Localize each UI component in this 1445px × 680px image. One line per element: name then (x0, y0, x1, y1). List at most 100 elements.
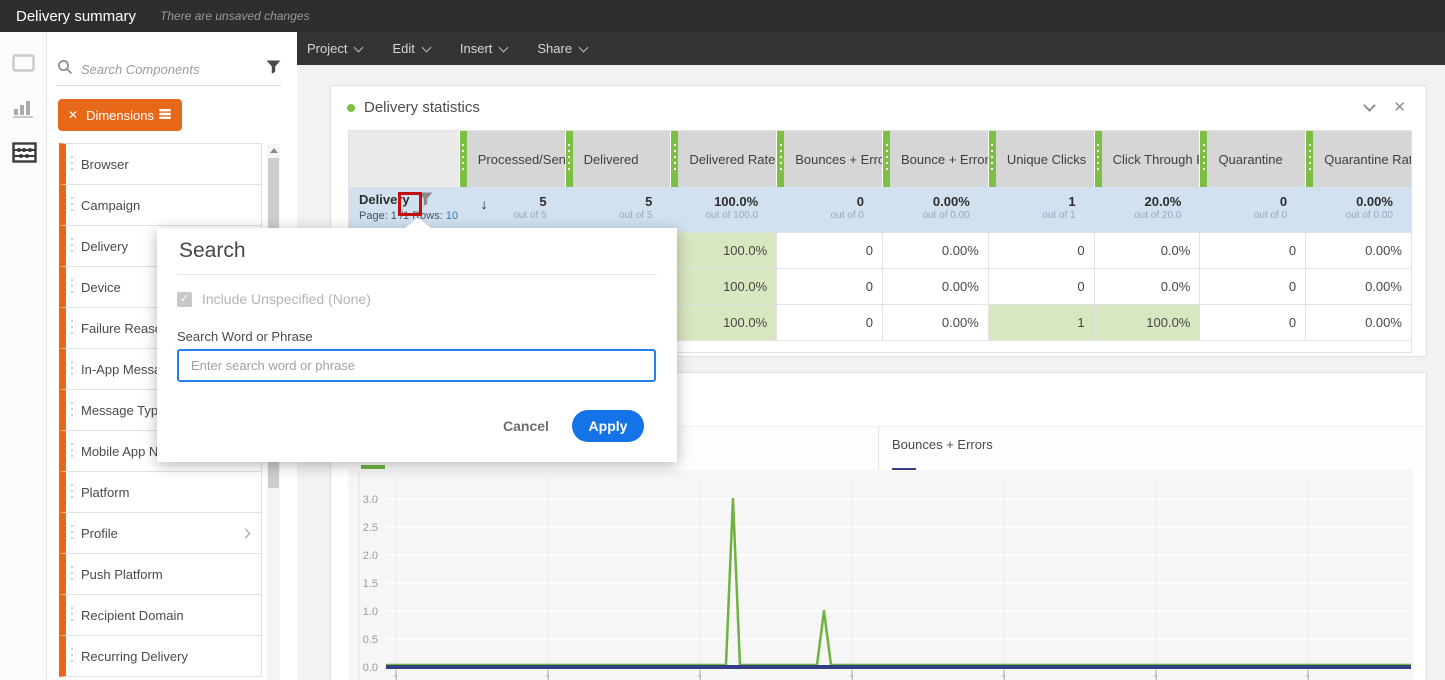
y-tick-label: 0.0 (363, 662, 378, 674)
column-header-unique-clicks[interactable]: Unique Clicks (987, 131, 1094, 187)
menu-bar: Project Edit Insert Share (297, 32, 1445, 65)
summary-value: 20.0% (1144, 194, 1182, 209)
menu-edit[interactable]: Edit (392, 41, 432, 56)
menu-insert[interactable]: Insert (460, 41, 509, 56)
y-tick-label: 1.5 (363, 578, 378, 590)
cell-unique-clicks: 1 (987, 305, 1094, 340)
components-icon[interactable] (12, 142, 37, 168)
sidebar-item-push-platform[interactable]: Push Platform (59, 553, 262, 595)
panels-icon[interactable] (12, 54, 35, 77)
column-header-label: Unique Clicks (1006, 151, 1087, 167)
dimensions-filter-chip[interactable]: ✕ Dimensions (58, 99, 182, 131)
row-header-cell: Delivery Page: 1 /1 Rows: 10 (349, 187, 459, 232)
summary-cell-unique-clicks: 1 out of 1 (988, 187, 1094, 232)
column-header-label: Quarantine Rate (1324, 151, 1412, 167)
legend-item-bounces-errors[interactable]: Bounces + Errors (878, 427, 1426, 472)
menu-project[interactable]: Project (307, 41, 364, 56)
summary-cell-click-through-rate: 20.0% out of 20.0 (1094, 187, 1200, 232)
top-bar: Delivery summary There are unsaved chang… (0, 0, 1445, 32)
remove-filter-icon[interactable]: ✕ (68, 108, 78, 122)
column-header-click-through-rate[interactable]: Click Through Rate (1093, 131, 1200, 187)
sidebar-item-label: Message Type (81, 402, 166, 418)
x-tick-label: 1 (849, 673, 855, 680)
drag-handle-icon (71, 443, 73, 459)
column-header-delivered-rate[interactable]: Delivered Rate (670, 131, 777, 187)
summary-value: 0 (856, 194, 864, 209)
column-header-label: Click Through Rate (1112, 151, 1200, 167)
summary-value: 0.00% (1356, 194, 1393, 209)
chevron-down-icon (578, 42, 589, 52)
filter-funnel-icon[interactable] (418, 192, 433, 207)
column-header-quarantine-rate[interactable]: Quarantine Rate (1305, 131, 1412, 187)
filter-icon[interactable] (266, 60, 281, 80)
cell-bounces-errors: 0 (776, 305, 882, 340)
drag-handle-icon (71, 402, 73, 418)
cell-quarantine: 0 (1199, 233, 1305, 268)
column-header-processed-sent[interactable]: Processed/Sent (458, 131, 565, 187)
status-dot (347, 104, 355, 112)
y-tick-label: 2.5 (363, 522, 378, 534)
summary-value: 100.0% (714, 194, 759, 209)
drag-handle-icon (71, 648, 73, 664)
cell-unique-clicks: 0 (987, 269, 1094, 304)
x-tick-label: 1 (1153, 673, 1159, 680)
dialog-divider (177, 274, 657, 275)
summary-value: 0.00% (932, 194, 970, 209)
summary-out-of: out of 5 (513, 210, 547, 221)
drag-handle-icon (71, 484, 73, 500)
table-summary-row[interactable]: Delivery Page: 1 /1 Rows: 10 ↓ 5 out of 5 5 ou… (349, 187, 1411, 232)
column-header-quarantine[interactable]: Quarantine (1199, 131, 1306, 187)
summary-cell-quarantine: 0 out of 0 (1199, 187, 1305, 232)
sidebar-item-recurring-delivery[interactable]: Recurring Delivery (59, 635, 262, 677)
apply-button[interactable]: Apply (572, 410, 644, 442)
sidebar-item-browser[interactable]: Browser (59, 143, 262, 185)
checkbox-label: Include Unspecified (None) (202, 291, 371, 307)
sidebar-item-campaign[interactable]: Campaign (59, 184, 262, 226)
row-header-name: Delivery (359, 192, 410, 207)
column-header-label: Bounce + Error Rate (901, 151, 988, 167)
cell-click-through-rate: 0.0% (1093, 269, 1200, 304)
dialog-title: Search (179, 239, 246, 262)
search-word-input[interactable] (177, 349, 656, 382)
component-search (57, 54, 281, 86)
summary-out-of: out of 0 (830, 210, 864, 221)
cell-bounce-error-rate: 0.00% (881, 233, 988, 268)
column-header-delivered[interactable]: Delivered (564, 131, 671, 187)
chevron-down-icon (421, 42, 432, 52)
cell-delivered-rate: 100.0% (670, 269, 777, 304)
visualizations-icon[interactable] (12, 98, 35, 123)
search-components-input[interactable] (81, 62, 266, 77)
summary-out-of: out of 100.0 (705, 210, 759, 221)
sidebar-item-profile[interactable]: Profile (59, 512, 262, 554)
dimensions-stack-icon (158, 108, 172, 123)
cell-bounce-error-rate: 0.00% (881, 305, 988, 340)
cell-quarantine: 0 (1199, 305, 1305, 340)
cell-quarantine-rate: 0.00% (1305, 269, 1411, 304)
column-header-bounce-error-rate[interactable]: Bounce + Error Rate (882, 131, 988, 187)
chevron-right-icon[interactable] (240, 528, 251, 538)
column-header-bounces-errors[interactable]: Bounces + Errors (776, 131, 882, 187)
close-panel-icon[interactable]: ✕ (1393, 98, 1406, 116)
rows-count-link[interactable]: 10 (446, 210, 458, 222)
sidebar-item-platform[interactable]: Platform (59, 471, 262, 513)
scroll-up-icon[interactable] (270, 148, 278, 153)
sidebar-item-label: Recipient Domain (81, 607, 184, 623)
sidebar-item-label: Delivery (81, 238, 128, 254)
column-header-label: Processed/Sent (477, 151, 565, 167)
summary-cell-delivered: 5 out of 5 (565, 187, 671, 232)
include-unspecified-checkbox[interactable]: ✓ (177, 291, 192, 307)
summary-out-of: out of 5 (619, 210, 653, 221)
cell-quarantine: 0 (1199, 269, 1305, 304)
y-tick-label: 2.0 (363, 550, 378, 562)
x-tick-label: 1 (1001, 673, 1007, 680)
summary-cell-delivered-rate: 100.0% out of 100.0 (670, 187, 776, 232)
drag-handle-icon (71, 238, 73, 254)
sidebar-item-label: Mobile App N (81, 443, 159, 459)
sidebar-item-label: Platform (81, 484, 130, 500)
collapse-panel-icon[interactable] (1363, 99, 1376, 112)
menu-share[interactable]: Share (537, 41, 589, 56)
chevron-down-icon (354, 42, 364, 52)
sidebar-item-recipient-domain[interactable]: Recipient Domain (59, 594, 262, 636)
sort-descending-icon[interactable]: ↓ (481, 196, 488, 212)
cancel-button[interactable]: Cancel (503, 418, 549, 434)
